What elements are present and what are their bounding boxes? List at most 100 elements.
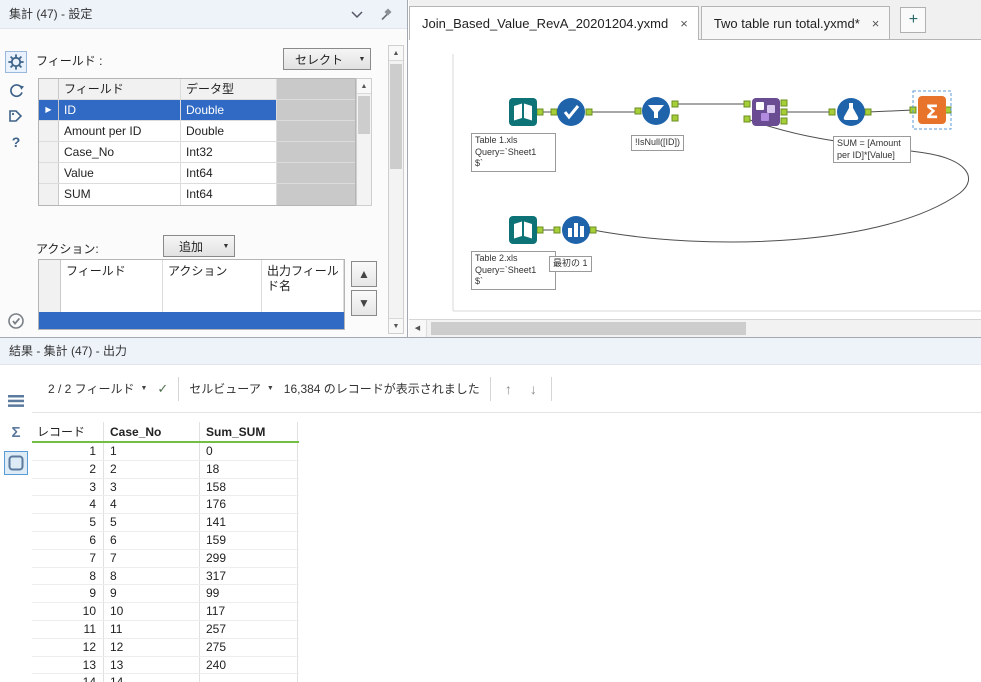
collapse-chevron-icon[interactable] (351, 8, 365, 22)
filler-cell (277, 184, 355, 205)
move-down-button[interactable]: ▼ (351, 290, 377, 316)
configuration-panel-header: 集計 (47) - 設定 (0, 0, 407, 29)
results-row[interactable]: 7 7 299 (32, 549, 299, 568)
settings-gear-icon[interactable] (5, 51, 27, 73)
scrollbar-thumb[interactable] (390, 64, 402, 169)
sample-tool[interactable] (562, 216, 590, 244)
value-cell: 7 (104, 549, 200, 567)
case-no-column-header[interactable]: Case_No (104, 422, 200, 441)
results-row[interactable]: 110 (32, 443, 299, 461)
value-cell: 159 (200, 531, 298, 549)
new-tab-button[interactable]: + (900, 6, 927, 33)
type-column-header: データ型 (181, 79, 277, 99)
fields-table-row[interactable]: Value Int64 (39, 163, 355, 184)
value-cell: 4 (104, 496, 200, 514)
scroll-left-icon[interactable]: ◀ (409, 320, 427, 337)
row-selector (39, 121, 59, 141)
select-tool[interactable] (557, 98, 585, 126)
value-cell: 3 (104, 478, 200, 496)
summarize-tool[interactable]: Σ (912, 90, 952, 130)
fields-table-row[interactable]: ▶ ID Double (39, 100, 355, 121)
close-icon[interactable]: × (680, 16, 688, 31)
refresh-icon[interactable] (5, 79, 27, 101)
record-column-header: レコード (32, 422, 104, 441)
previous-record-button[interactable]: ↑ (501, 381, 516, 397)
value-cell: 10 (104, 603, 200, 620)
caret-down-icon: ▼ (358, 55, 366, 63)
fields-table-scrollbar[interactable]: ▲ (356, 78, 372, 206)
scrollbar-thumb[interactable] (358, 96, 370, 134)
results-row[interactable]: 9 9 99 (32, 585, 299, 604)
input-tool-table1[interactable] (509, 98, 537, 126)
scrollbar-thumb[interactable] (431, 322, 746, 335)
annotation-tag-icon[interactable] (5, 105, 27, 127)
results-row[interactable]: 6 6 159 (32, 531, 299, 550)
record-number-cell: 14 (32, 674, 104, 682)
apply-check-icon[interactable]: ✓ (157, 381, 168, 397)
results-row[interactable]: 10 10 117 (32, 603, 299, 621)
record-number-cell: 2 (32, 460, 104, 478)
close-icon[interactable]: × (872, 16, 880, 31)
output-field-column-header: 出力フィールド名 (262, 260, 344, 312)
tab-two-table-run-total[interactable]: Two table run total.yxmd* × (700, 6, 891, 39)
select-dropdown-button[interactable]: セレクト ▼ (283, 48, 371, 70)
cell-viewer-dropdown[interactable]: セルビューア ▼ (189, 380, 273, 397)
field-column-header: フィールド (59, 79, 181, 99)
actions-table-header: フィールド アクション 出力フィールド名 (39, 260, 344, 312)
actions-table-selected-row[interactable] (39, 312, 344, 329)
value-cell: 158 (200, 478, 298, 496)
fields-table-row[interactable]: Case_No Int32 (39, 142, 355, 163)
canvas-horizontal-scrollbar[interactable]: ◀ (409, 319, 981, 337)
results-row[interactable]: 8 8 317 (32, 567, 299, 586)
filter-tool[interactable] (642, 97, 670, 125)
join-tool[interactable] (752, 98, 780, 126)
row-selector (39, 184, 59, 205)
results-row[interactable]: 2 2 18 (32, 460, 299, 479)
fields-table: フィールド データ型 ▶ ID Double Amount per ID Double C… (38, 78, 356, 206)
add-dropdown-button[interactable]: 追加 ▼ (163, 235, 235, 257)
results-row[interactable]: 5 5 141 (32, 514, 299, 532)
fields-label: フィールド : (36, 54, 103, 68)
annotation-sample[interactable]: 最初の 1 (549, 256, 592, 272)
annotation-table2[interactable]: Table 2.xls Query=`Sheet1 $` (471, 251, 556, 291)
annotation-table1[interactable]: Table 1.xls Query=`Sheet1 $` (471, 133, 556, 173)
scroll-down-icon[interactable]: ▼ (389, 318, 403, 333)
scroll-up-icon[interactable]: ▲ (389, 46, 403, 61)
value-cell: 8 (104, 567, 200, 585)
value-cell (200, 674, 298, 682)
metadata-view-icon[interactable]: Σ (4, 420, 28, 444)
scroll-up-icon[interactable]: ▲ (357, 79, 371, 94)
field-name-cell: SUM (59, 184, 181, 205)
value-cell: 240 (200, 656, 298, 674)
configuration-scrollbar[interactable]: ▲ ▼ (388, 45, 404, 334)
move-up-button[interactable]: ▲ (351, 261, 377, 287)
pin-icon[interactable] (379, 8, 393, 22)
annotation-formula[interactable]: SUM = [Amount per ID]*[Value] (833, 136, 911, 164)
tab-join-based-value[interactable]: Join_Based_Value_RevA_20201204.yxmd × (409, 6, 699, 40)
value-cell: 9 (104, 585, 200, 603)
workflow-canvas[interactable]: Σ Table 1.xls Query=`Sheet1 $` !IsNull([… (409, 40, 981, 318)
results-row[interactable]: 4 4 176 (32, 496, 299, 515)
value-cell: 5 (104, 514, 200, 531)
results-row[interactable]: 13 13 240 (32, 656, 299, 675)
results-row[interactable]: 12 12 275 (32, 638, 299, 657)
formula-tool[interactable] (837, 98, 865, 126)
next-record-button[interactable]: ↓ (526, 381, 541, 397)
fields-filter-dropdown[interactable]: 2 / 2 フィールド ▼ (48, 380, 147, 397)
record-number-cell: 3 (32, 478, 104, 496)
fields-table-row[interactable]: Amount per ID Double (39, 121, 355, 142)
workflow-canvas-panel: Join_Based_Value_RevA_20201204.yxmd × Tw… (409, 0, 981, 337)
up-arrow-icon: ▲ (358, 267, 370, 281)
browse-view-icon[interactable] (4, 451, 28, 475)
sum-sum-column-header[interactable]: Sum_SUM (200, 422, 298, 441)
record-number-cell: 8 (32, 567, 104, 585)
grid-view-icon[interactable] (4, 389, 28, 413)
results-row[interactable]: 11 11 257 (32, 620, 299, 639)
help-icon[interactable]: ? (5, 131, 27, 153)
fields-table-row[interactable]: SUM Int64 (39, 184, 355, 205)
results-row[interactable]: 1414 (32, 674, 299, 682)
results-row[interactable]: 3 3 158 (32, 478, 299, 497)
input-tool-table2[interactable] (509, 216, 537, 244)
annotation-filter[interactable]: !IsNull([ID]) (631, 135, 684, 151)
apply-check-icon[interactable] (5, 310, 27, 332)
